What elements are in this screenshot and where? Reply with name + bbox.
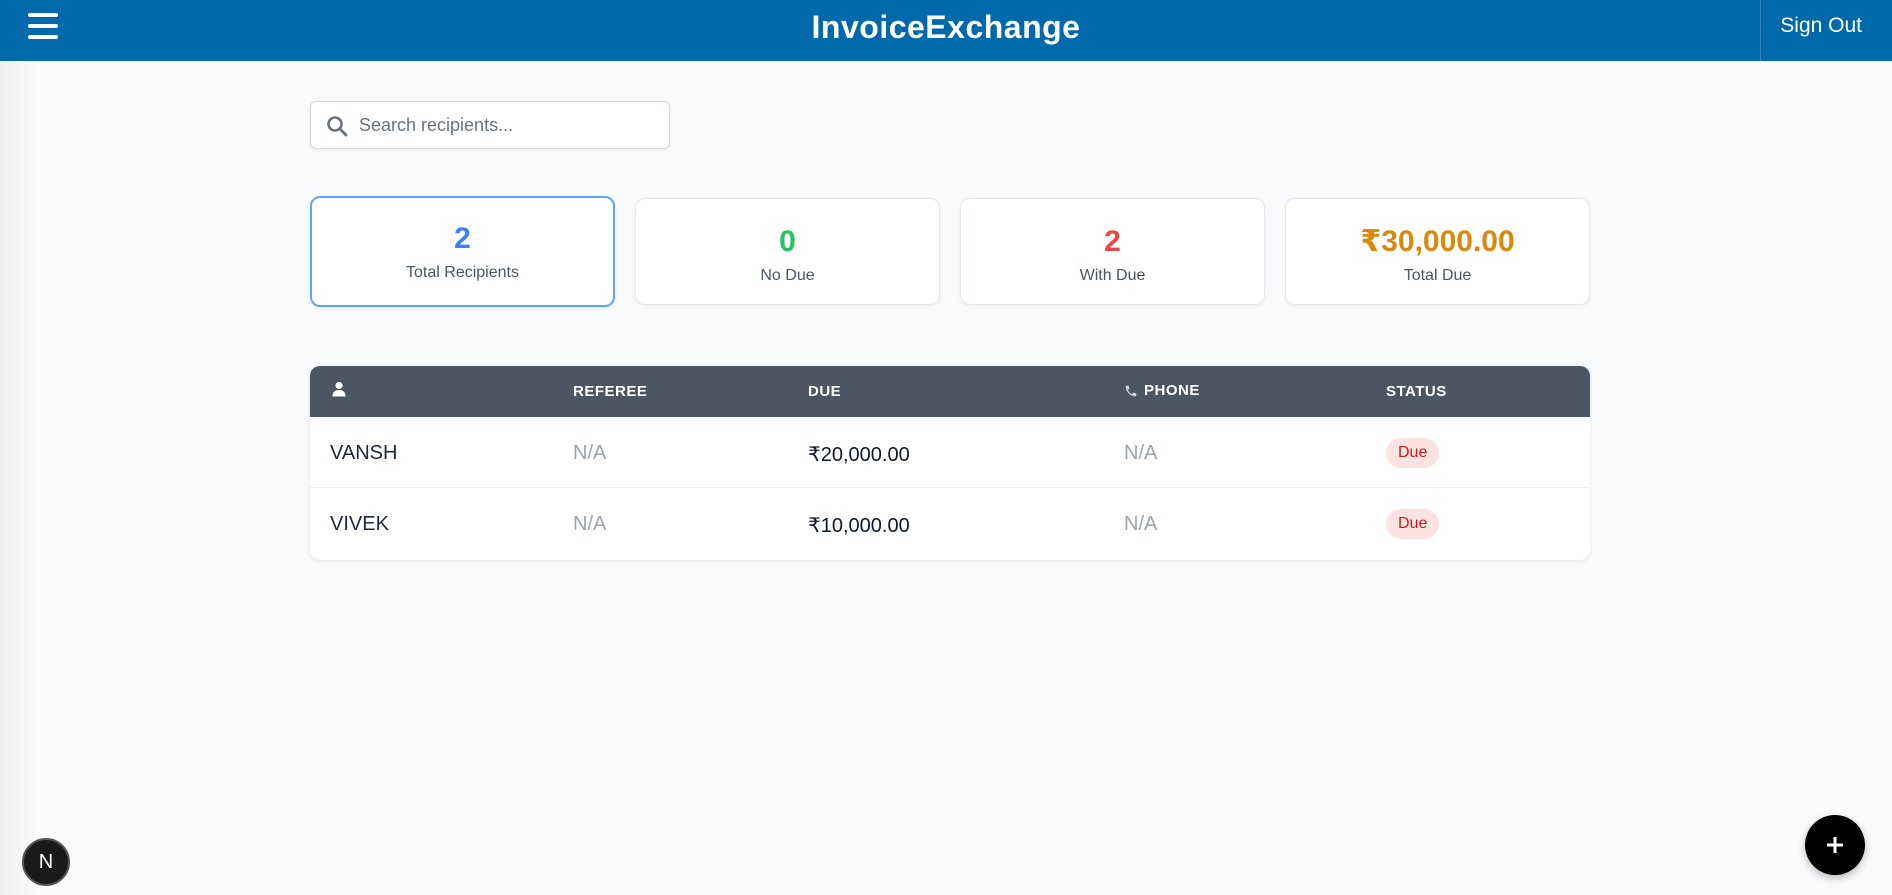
- recipient-name: VANSH: [330, 442, 398, 464]
- status-badge: Due: [1386, 438, 1440, 468]
- stat-value: 2: [1104, 225, 1121, 258]
- stat-card-with-due[interactable]: 2 With Due: [960, 198, 1265, 305]
- top-navbar: InvoiceExchange Sign Out: [0, 0, 1892, 61]
- stat-card-no-due[interactable]: 0 No Due: [635, 198, 940, 305]
- status-badge: Due: [1386, 509, 1440, 539]
- navbar-divider: [1760, 0, 1761, 61]
- stat-value: ₹30,000.00: [1360, 225, 1515, 258]
- search-box: [310, 101, 670, 149]
- table-header: REFEREE DUE PHONE STATUS: [310, 366, 1590, 417]
- stat-label: Total Recipients: [406, 264, 519, 281]
- referee-value: N/A: [573, 442, 607, 464]
- phone-value: N/A: [1124, 513, 1158, 535]
- phone-value: N/A: [1124, 442, 1158, 464]
- stat-value: 0: [779, 225, 796, 258]
- stat-value: 2: [454, 222, 471, 255]
- stat-label: Total Due: [1403, 267, 1472, 284]
- name-column-header[interactable]: [332, 381, 346, 397]
- referee-column-header[interactable]: REFEREE: [573, 383, 647, 400]
- phone-column-label: PHONE: [1144, 382, 1200, 399]
- plus-icon: [1827, 837, 1843, 853]
- hamburger-menu-icon[interactable]: [28, 13, 58, 39]
- recipients-table: REFEREE DUE PHONE STATUS VANSH N/A ₹20,0…: [310, 366, 1590, 560]
- referee-value: N/A: [573, 513, 607, 535]
- phone-icon: [1125, 385, 1137, 396]
- phone-column-header[interactable]: PHONE: [1124, 382, 1200, 399]
- table-row[interactable]: VANSH N/A ₹20,000.00 N/A Due: [310, 417, 1590, 488]
- search-icon: [327, 116, 348, 137]
- stat-card-total-recipients[interactable]: 2 Total Recipients: [310, 196, 615, 307]
- app-title: InvoiceExchange: [811, 9, 1081, 45]
- sidebar-edge-shadow: [0, 61, 40, 895]
- user-icon: [332, 381, 346, 397]
- add-recipient-button[interactable]: [1805, 815, 1865, 875]
- stat-label: No Due: [760, 267, 815, 284]
- due-column-header[interactable]: DUE: [808, 383, 841, 400]
- dev-tools-badge[interactable]: N: [22, 838, 70, 886]
- stat-label: With Due: [1079, 267, 1146, 284]
- due-amount: ₹10,000.00: [808, 515, 910, 537]
- sign-out-button[interactable]: Sign Out: [1780, 14, 1862, 38]
- search-input[interactable]: [359, 110, 659, 140]
- recipient-name: VIVEK: [330, 513, 389, 535]
- stat-card-total-due[interactable]: ₹30,000.00 Total Due: [1285, 198, 1590, 305]
- due-amount: ₹20,000.00: [808, 444, 910, 466]
- table-row[interactable]: VIVEK N/A ₹10,000.00 N/A Due: [310, 488, 1590, 559]
- status-column-header[interactable]: STATUS: [1386, 383, 1447, 400]
